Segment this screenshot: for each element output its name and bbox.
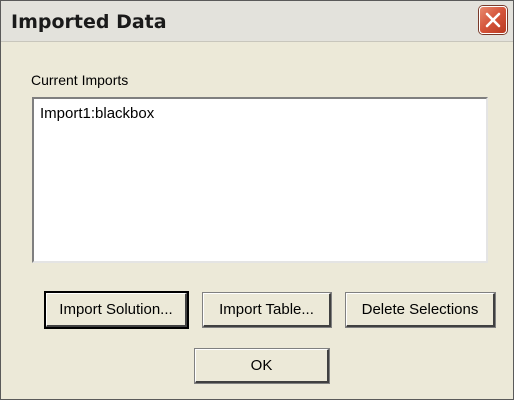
import-solution-button[interactable]: Import Solution...: [44, 291, 189, 329]
title-bar[interactable]: Imported Data: [1, 1, 513, 42]
current-imports-label: Current Imports: [31, 72, 129, 88]
import-table-button[interactable]: Import Table...: [202, 292, 332, 328]
current-imports-list[interactable]: Import1:blackbox: [32, 97, 488, 263]
delete-selections-button[interactable]: Delete Selections: [345, 292, 496, 328]
ok-button[interactable]: OK: [194, 348, 330, 384]
dialog-title: Imported Data: [11, 11, 167, 33]
close-icon: [485, 12, 501, 28]
list-item[interactable]: Import1:blackbox: [40, 105, 154, 122]
imported-data-dialog: Imported Data Current Imports Import1:bl…: [0, 0, 514, 400]
close-button[interactable]: [479, 6, 507, 34]
